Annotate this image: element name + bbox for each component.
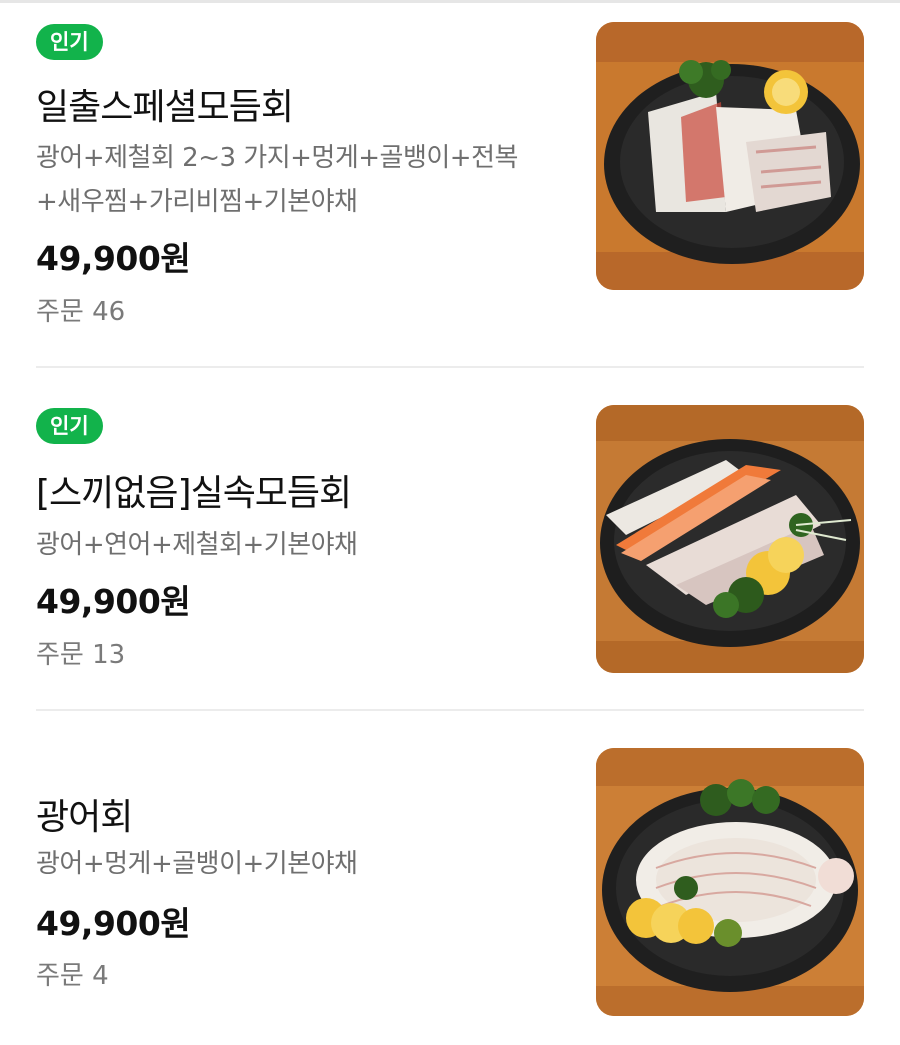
menu-item-title: 일출스페셜모듬회: [36, 87, 294, 128]
menu-item-description: 광어+연어+제철회+기본야채: [36, 523, 566, 567]
order-count: 주문 46: [36, 297, 126, 327]
popular-badge: 인기: [36, 24, 103, 60]
popular-badge: 인기: [36, 408, 103, 444]
menu-item-title: [스끼없음]실속모듬회: [36, 473, 352, 514]
menu-item-2[interactable]: 인기 [스끼없음]실속모듬회 광어+연어+제철회+기본야채 49,900원 주문…: [0, 368, 900, 711]
menu-item-1[interactable]: 인기 일출스페셜모듬회 광어+제철회 2~3 가지+멍게+골뱅이+전복 +새우찜…: [0, 0, 900, 368]
menu-item-price: 49,900원: [36, 582, 191, 621]
sashimi-salmon-photo[interactable]: [596, 405, 864, 673]
order-count: 주문 13: [36, 640, 126, 670]
menu-item-description: 광어+제철회 2~3 가지+멍게+골뱅이+전복 +새우찜+가리비찜+기본야채: [36, 136, 566, 224]
description-line: +새우찜+가리비찜+기본야채: [36, 187, 358, 217]
sashimi-platter-photo[interactable]: [596, 22, 864, 290]
menu-item-3[interactable]: 광어회 광어+멍게+골뱅이+기본야채 49,900원 주문 4: [0, 710, 900, 1045]
description-line: 광어+멍게+골뱅이+기본야채: [36, 849, 358, 879]
menu-item-description: 광어+멍게+골뱅이+기본야채: [36, 842, 566, 886]
menu-item-price: 49,900원: [36, 239, 191, 278]
menu-item-price: 49,900원: [36, 904, 191, 943]
menu-item-title: 광어회: [36, 797, 133, 838]
flatfish-sashimi-photo[interactable]: [596, 748, 864, 1016]
description-line: 광어+제철회 2~3 가지+멍게+골뱅이+전복: [36, 143, 518, 173]
order-count: 주문 4: [36, 961, 109, 991]
description-line: 광어+연어+제철회+기본야채: [36, 530, 358, 560]
